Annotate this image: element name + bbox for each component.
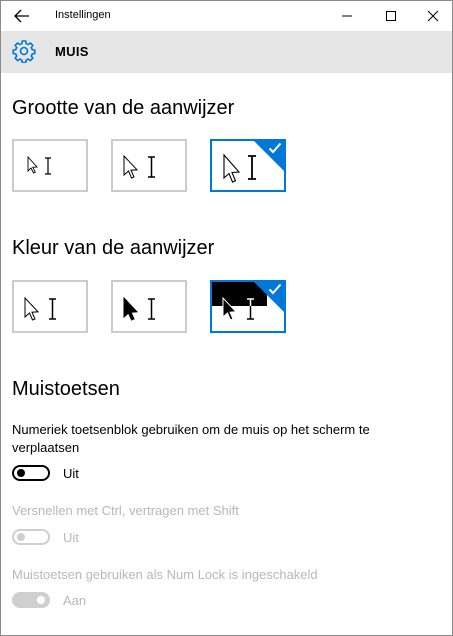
numlock-setting-label: Muistoetsen gebruiken als Num Lock is in…	[12, 567, 318, 582]
checkmark-icon	[268, 142, 282, 154]
maximize-button[interactable]	[368, 1, 414, 31]
page-header: MUIS	[1, 31, 452, 73]
numlock-toggle[interactable]	[12, 592, 50, 608]
pointer-color-heading: Kleur van de aanwijzer	[12, 237, 215, 259]
pointer-size-large-option[interactable]	[210, 139, 286, 192]
ctrl-shift-toggle[interactable]	[12, 529, 50, 545]
gear-icon	[12, 39, 36, 64]
window-title: Instellingen	[55, 9, 111, 21]
ctrl-shift-toggle-state: Uit	[63, 530, 79, 545]
close-button[interactable]	[410, 1, 453, 31]
numlock-toggle-state: Aan	[63, 593, 87, 608]
pointer-color-black-option[interactable]	[111, 280, 187, 333]
numpad-toggle[interactable]	[12, 465, 50, 481]
checkmark-icon	[268, 283, 282, 295]
pointer-color-inverted-option[interactable]	[210, 280, 286, 333]
pointer-size-heading: Grootte van de aanwijzer	[12, 97, 235, 119]
ctrl-shift-setting-label: Versnellen met Ctrl, vertragen met Shift	[12, 503, 239, 518]
pointer-size-small-option[interactable]	[12, 139, 88, 192]
numpad-setting-label: Numeriek toetsenblok gebruiken om de mui…	[12, 422, 370, 455]
back-arrow-icon[interactable]	[13, 8, 31, 24]
mousekeys-heading: Muistoetsen	[12, 378, 120, 400]
numpad-toggle-state: Uit	[63, 466, 79, 481]
page-title: MUIS	[55, 44, 89, 59]
pointer-size-medium-option[interactable]	[111, 139, 187, 192]
pointer-color-white-option[interactable]	[12, 280, 88, 333]
minimize-button[interactable]	[324, 1, 370, 31]
title-bar: Instellingen	[1, 1, 452, 31]
